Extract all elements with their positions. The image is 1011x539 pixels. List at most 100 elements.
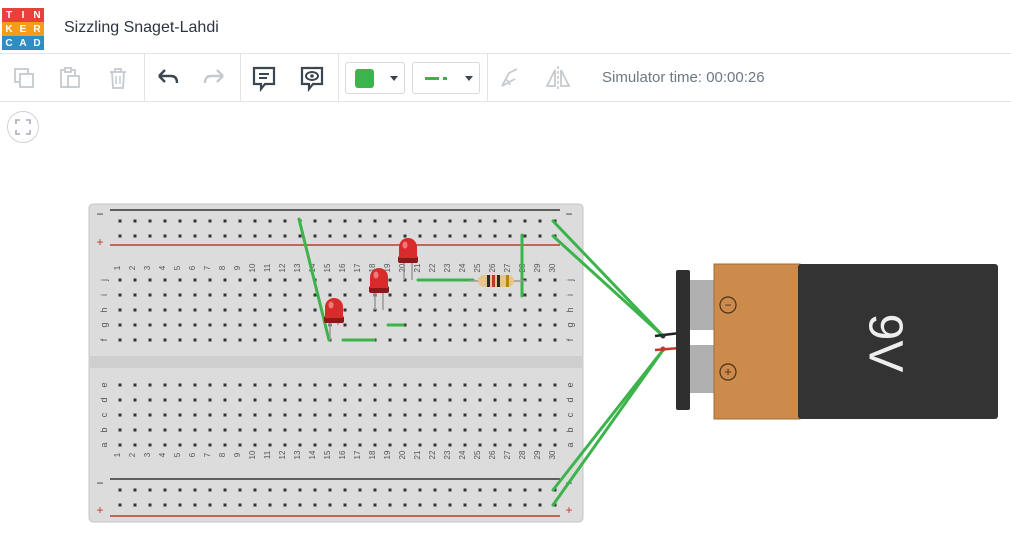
hole (373, 383, 377, 387)
hole (343, 413, 347, 417)
hole (298, 338, 302, 342)
battery-terminal-plus (690, 345, 716, 393)
hole (553, 443, 557, 447)
hole (208, 278, 212, 282)
hole (148, 308, 152, 312)
column-number: 24 (458, 263, 467, 272)
tinkercad-logo[interactable]: TINKERCAD (2, 8, 44, 50)
eye-icon[interactable] (294, 54, 330, 102)
row-letter: d (99, 397, 109, 402)
rail-hole (373, 488, 377, 492)
hole (523, 428, 527, 432)
hole (313, 383, 317, 387)
rail-hole (268, 234, 272, 238)
hole (523, 413, 527, 417)
resistor-band (487, 275, 490, 287)
hole (118, 293, 122, 297)
column-number: 20 (398, 450, 407, 459)
rail-hole (478, 219, 482, 223)
resistor-band (497, 275, 500, 287)
rail-hole (253, 503, 257, 507)
rail-hole (463, 488, 467, 492)
project-title[interactable]: Sizzling Snaget-Lahdi (64, 19, 219, 37)
rail-hole (328, 503, 332, 507)
row-letter: a (565, 442, 575, 447)
rail-hole (163, 219, 167, 223)
logo-letter: E (16, 22, 30, 36)
rail-hole (328, 488, 332, 492)
rail-hole (538, 503, 542, 507)
hole (298, 383, 302, 387)
hole (358, 308, 362, 312)
hole (133, 383, 137, 387)
hole (553, 278, 557, 282)
rail-hole (358, 234, 362, 238)
rail-hole (133, 219, 137, 223)
hole (163, 383, 167, 387)
header-bar: TINKERCAD Sizzling Snaget-Lahdi (0, 0, 1011, 54)
hole (553, 338, 557, 342)
column-number: 11 (263, 263, 272, 272)
wire-type-dropdown[interactable] (412, 62, 480, 94)
paste-icon[interactable] (52, 54, 88, 102)
redo-icon[interactable] (196, 54, 232, 102)
column-number: 6 (188, 452, 197, 457)
hole (493, 293, 497, 297)
wire-color-dropdown[interactable] (345, 62, 405, 94)
rotate-icon[interactable] (492, 54, 528, 102)
notes-icon[interactable] (246, 54, 282, 102)
hole (133, 398, 137, 402)
hole (463, 398, 467, 402)
hole (238, 443, 242, 447)
rail-hole (238, 503, 242, 507)
fit-view-icon[interactable] (7, 111, 39, 143)
hole (268, 398, 272, 402)
breadboard[interactable]: −−+−−++123456789101112131415161718192021… (88, 203, 584, 523)
hole (193, 383, 197, 387)
hole (388, 383, 392, 387)
rail-hole (508, 234, 512, 238)
hole (538, 443, 542, 447)
row-letter: j (99, 279, 109, 282)
trash-icon[interactable] (100, 54, 136, 102)
rail-sign: + (565, 503, 572, 517)
hole (508, 428, 512, 432)
hole (208, 428, 212, 432)
rail-hole (163, 503, 167, 507)
hole (448, 443, 452, 447)
hole (208, 323, 212, 327)
undo-icon[interactable] (150, 54, 186, 102)
hole (463, 338, 467, 342)
logo-letter: A (16, 36, 30, 50)
row-letter: h (99, 307, 109, 312)
column-number: 9 (233, 265, 242, 270)
hole (403, 413, 407, 417)
hole (538, 278, 542, 282)
hole (553, 323, 557, 327)
rail-hole (403, 503, 407, 507)
hole (133, 428, 137, 432)
rail-hole (493, 488, 497, 492)
flip-icon[interactable] (540, 54, 576, 102)
hole (508, 338, 512, 342)
hole (463, 293, 467, 297)
column-number: 8 (218, 265, 227, 270)
hole (433, 428, 437, 432)
hole (343, 428, 347, 432)
hole (448, 428, 452, 432)
hole (448, 323, 452, 327)
hole (313, 338, 317, 342)
hole (163, 278, 167, 282)
column-number: 23 (443, 263, 452, 272)
rail-hole (208, 503, 212, 507)
hole (163, 308, 167, 312)
battery-9v[interactable]: − + 9V (676, 263, 998, 420)
column-number: 16 (338, 263, 347, 272)
copy-icon[interactable] (6, 54, 42, 102)
row-letter: a (99, 442, 109, 447)
column-number: 4 (158, 265, 167, 270)
hole (253, 428, 257, 432)
hole (238, 308, 242, 312)
rail-hole (268, 219, 272, 223)
hole (178, 293, 182, 297)
